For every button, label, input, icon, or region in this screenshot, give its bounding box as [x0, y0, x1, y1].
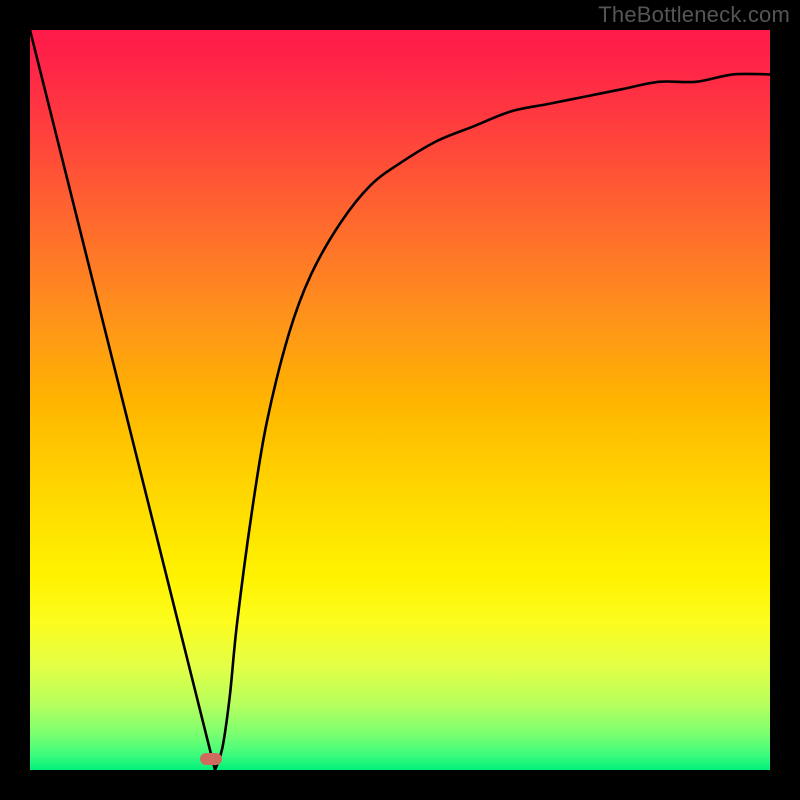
optimal-point-marker	[200, 753, 222, 765]
plot-area	[30, 30, 770, 770]
watermark-text: TheBottleneck.com	[598, 2, 790, 28]
bottleneck-curve	[30, 30, 770, 770]
chart-frame: TheBottleneck.com	[0, 0, 800, 800]
